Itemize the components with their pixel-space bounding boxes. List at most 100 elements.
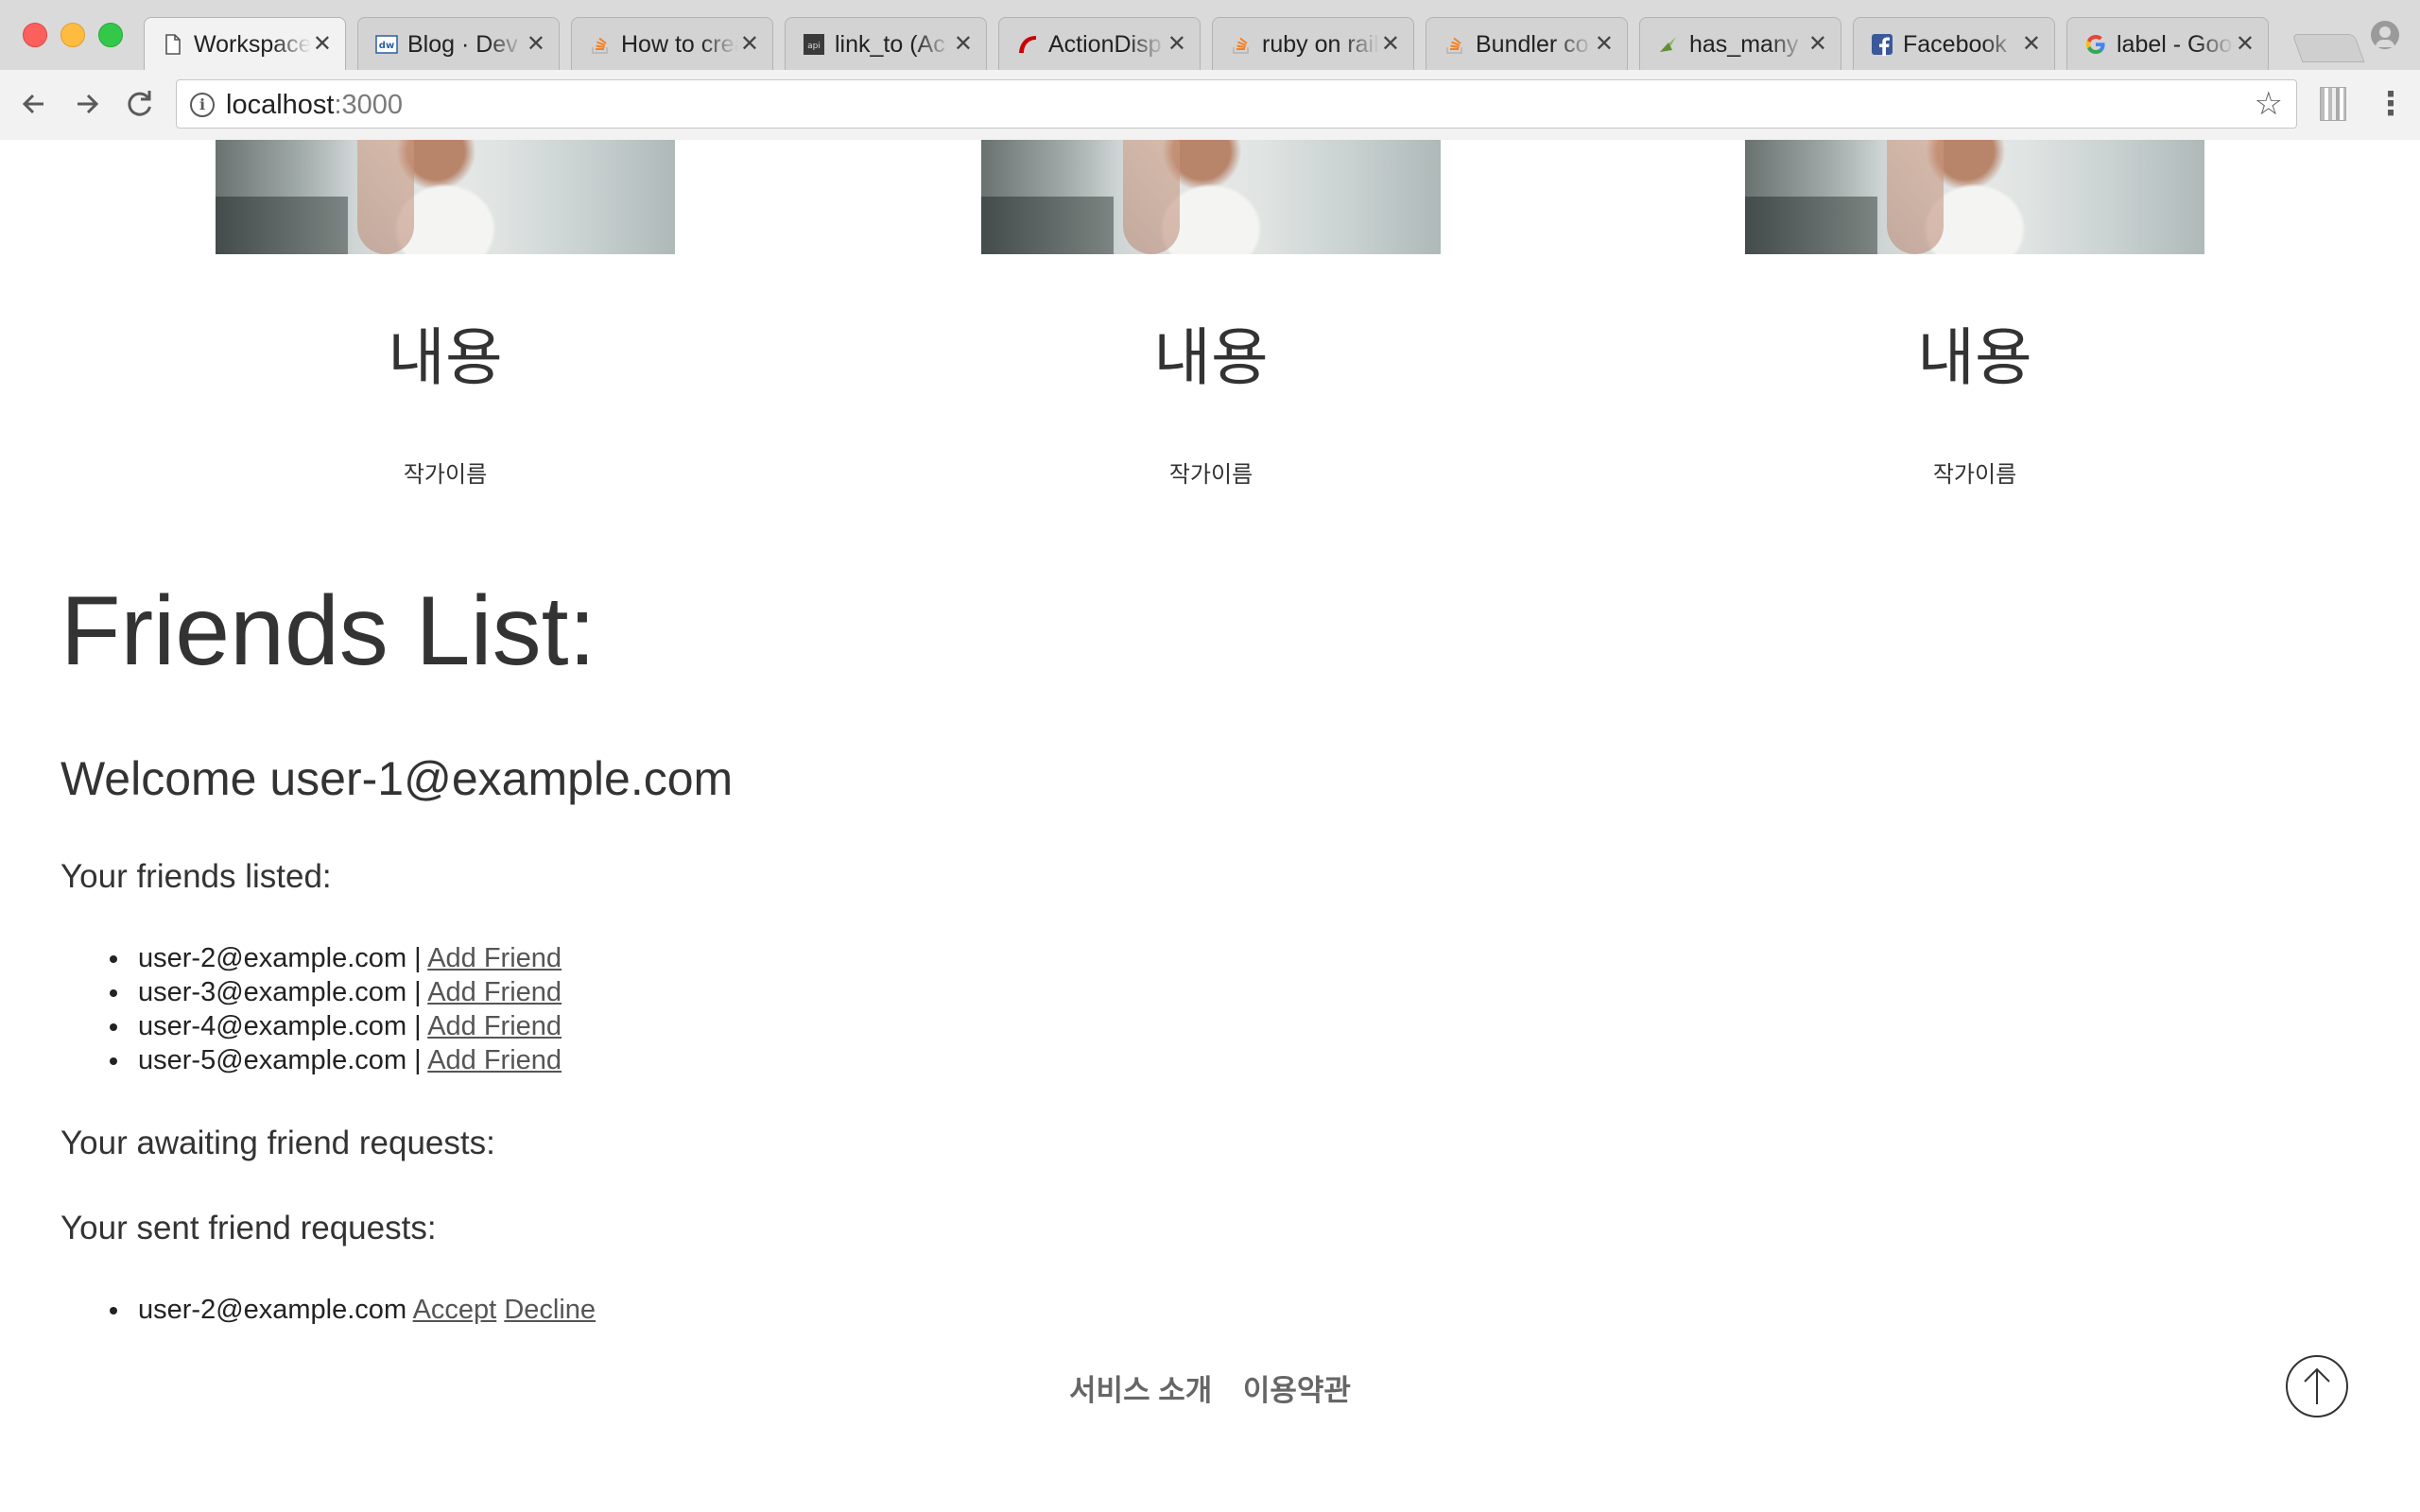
tab-close-icon[interactable]: ✕ bbox=[2236, 29, 2255, 60]
address-bar[interactable]: i localhost:3000 ☆ bbox=[176, 79, 2297, 129]
add-friend-link[interactable]: Add Friend bbox=[427, 977, 562, 1007]
tab-link-to[interactable]: api link_to (Ac ✕ bbox=[785, 17, 987, 70]
document-icon bbox=[162, 33, 184, 56]
list-item: user-2@example.com | Add Friend bbox=[60, 941, 562, 975]
tab-close-icon[interactable]: ✕ bbox=[1167, 29, 1186, 60]
card-author: 작가이름 bbox=[1168, 462, 1253, 488]
stackoverflow-icon bbox=[1443, 33, 1466, 56]
tab-close-icon[interactable]: ✕ bbox=[1381, 29, 1400, 60]
friend-email: user-5@example.com bbox=[138, 1045, 407, 1075]
window-close-button[interactable] bbox=[23, 23, 47, 47]
sent-requests-list: user-2@example.com Accept Decline bbox=[60, 1293, 596, 1327]
tab-close-icon[interactable]: ✕ bbox=[313, 29, 332, 60]
separator: | bbox=[414, 977, 422, 1007]
tab-title: Blog · Dev bbox=[407, 29, 525, 60]
tab-ruby-on-rails[interactable]: ruby on rails ✕ bbox=[1212, 17, 1414, 70]
friends-list: user-2@example.com | Add Friend user-3@e… bbox=[60, 941, 562, 1077]
tab-blog[interactable]: dw Blog · Dev ✕ bbox=[357, 17, 560, 70]
arrow-up-icon bbox=[2304, 1367, 2330, 1404]
url-port: :3000 bbox=[334, 90, 404, 120]
card-image bbox=[981, 140, 1441, 254]
stackoverflow-icon bbox=[589, 33, 612, 56]
stackoverflow-icon bbox=[1230, 33, 1253, 56]
apidock-icon: api bbox=[803, 33, 825, 56]
separator: | bbox=[414, 1011, 422, 1041]
facebook-icon bbox=[1871, 33, 1893, 56]
tab-label-google[interactable]: label - Goo ✕ bbox=[2066, 17, 2269, 70]
window-minimize-button[interactable] bbox=[60, 23, 85, 47]
window-maximize-button[interactable] bbox=[98, 23, 123, 47]
list-item: user-2@example.com Accept Decline bbox=[60, 1293, 596, 1327]
extension-icon[interactable] bbox=[2320, 87, 2346, 121]
profile-icon[interactable] bbox=[2371, 21, 2399, 49]
svg-text:dw: dw bbox=[379, 41, 394, 51]
new-tab-button[interactable] bbox=[2291, 34, 2365, 62]
footer: 서비스 소개 이용약관 bbox=[0, 1372, 2420, 1410]
tab-title: How to create bbox=[621, 29, 738, 60]
kebab-menu-icon[interactable]: ⋮ bbox=[2375, 83, 2407, 125]
tab-has-many[interactable]: has_many ✕ bbox=[1639, 17, 1841, 70]
url-host: localhost bbox=[226, 90, 335, 120]
welcome-message: Welcome user-1@example.com bbox=[60, 752, 734, 805]
friends-listed-label: Your friends listed: bbox=[60, 858, 332, 895]
tab-strip: Workspace ✕ dw Blog · Dev ✕ How to creat… bbox=[0, 0, 2420, 71]
tab-close-icon[interactable]: ✕ bbox=[1808, 29, 1827, 60]
tab-title: ActionDisp bbox=[1048, 29, 1166, 60]
tab-close-icon[interactable]: ✕ bbox=[2022, 29, 2041, 60]
tab-facebook[interactable]: Facebook ✕ bbox=[1853, 17, 2055, 70]
tab-title: Workspace bbox=[194, 29, 311, 60]
rails-icon bbox=[1016, 33, 1039, 56]
google-icon bbox=[2084, 33, 2107, 56]
accept-link[interactable]: Accept bbox=[413, 1295, 497, 1325]
reload-icon[interactable] bbox=[121, 85, 159, 123]
friend-email: user-2@example.com bbox=[138, 943, 407, 973]
request-email: user-2@example.com bbox=[138, 1295, 407, 1325]
add-friend-link[interactable]: Add Friend bbox=[427, 1045, 562, 1075]
tab-workspace[interactable]: Workspace ✕ bbox=[144, 17, 346, 71]
card-title: 내용 bbox=[1917, 322, 2032, 392]
friend-email: user-3@example.com bbox=[138, 977, 407, 1007]
separator: | bbox=[414, 1045, 422, 1075]
list-item: user-5@example.com | Add Friend bbox=[60, 1043, 562, 1077]
tab-bundler[interactable]: Bundler co ✕ bbox=[1426, 17, 1628, 70]
add-friend-link[interactable]: Add Friend bbox=[427, 943, 562, 973]
url-text: localhost:3000 bbox=[226, 88, 403, 122]
awaiting-requests-label: Your awaiting friend requests: bbox=[60, 1125, 495, 1161]
tab-title: ruby on rails bbox=[1262, 29, 1379, 60]
tab-close-icon[interactable]: ✕ bbox=[527, 29, 545, 60]
browser-chrome: Workspace ✕ dw Blog · Dev ✕ How to creat… bbox=[0, 0, 2420, 141]
sent-requests-label: Your sent friend requests: bbox=[60, 1210, 437, 1246]
page-content: 내용 작가이름 내용 작가이름 내용 작가이름 Friends List: We… bbox=[0, 140, 2420, 1512]
list-item: user-4@example.com | Add Friend bbox=[60, 1009, 562, 1043]
service-intro-link[interactable]: 서비스 소개 bbox=[1069, 1374, 1212, 1407]
bird-icon bbox=[1657, 33, 1680, 56]
tab-title: Facebook bbox=[1903, 29, 2020, 60]
list-item: user-3@example.com | Add Friend bbox=[60, 975, 562, 1009]
scroll-to-top-button[interactable] bbox=[2286, 1355, 2348, 1418]
tab-title: link_to (Ac bbox=[835, 29, 952, 60]
tab-actiondispatch[interactable]: ActionDisp ✕ bbox=[998, 17, 1201, 70]
decline-link[interactable]: Decline bbox=[504, 1295, 596, 1325]
back-arrow-icon[interactable] bbox=[15, 85, 53, 123]
card-author: 작가이름 bbox=[1932, 462, 2017, 488]
tab-close-icon[interactable]: ✕ bbox=[740, 29, 759, 60]
tab-how-to-create[interactable]: How to create ✕ bbox=[571, 17, 773, 70]
friend-email: user-4@example.com bbox=[138, 1011, 407, 1041]
card-author: 작가이름 bbox=[403, 462, 488, 488]
card-title: 내용 bbox=[1153, 322, 1269, 392]
forward-arrow-icon[interactable] bbox=[68, 85, 106, 123]
card-image bbox=[1745, 140, 2204, 254]
tab-close-icon[interactable]: ✕ bbox=[1595, 29, 1614, 60]
separator: | bbox=[414, 943, 422, 973]
tab-title: Bundler co bbox=[1476, 29, 1593, 60]
terms-link[interactable]: 이용약관 bbox=[1243, 1374, 1351, 1407]
browser-toolbar: i localhost:3000 ☆ ⋮ bbox=[0, 70, 2420, 141]
page-title: Friends List: bbox=[60, 576, 596, 686]
info-icon[interactable]: i bbox=[190, 93, 215, 117]
add-friend-link[interactable]: Add Friend bbox=[427, 1011, 562, 1041]
card-image bbox=[216, 140, 675, 254]
tab-close-icon[interactable]: ✕ bbox=[954, 29, 973, 60]
bookmark-star-icon[interactable]: ☆ bbox=[2255, 86, 2283, 122]
dw-icon: dw bbox=[375, 33, 398, 56]
card-title: 내용 bbox=[388, 322, 503, 392]
